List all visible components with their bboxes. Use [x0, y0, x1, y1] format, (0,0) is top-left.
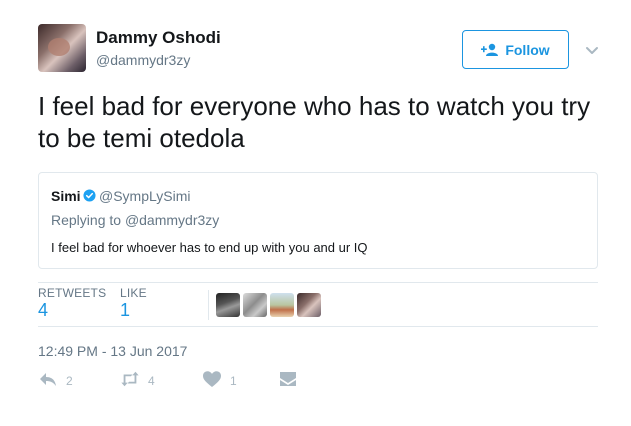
retweet-count: 4: [148, 374, 155, 388]
heart-icon: [203, 371, 221, 387]
envelope-icon: [280, 372, 296, 386]
liker-avatar[interactable]: [270, 293, 294, 317]
verified-badge-icon: [83, 189, 96, 202]
reply-count: 2: [66, 374, 73, 388]
liker-avatar[interactable]: [297, 293, 321, 317]
likes-count[interactable]: 1: [120, 300, 130, 321]
replying-to-link[interactable]: @dammydr3zy: [125, 212, 219, 228]
liker-avatar[interactable]: [216, 293, 240, 317]
direct-message-button[interactable]: [278, 370, 298, 388]
author-handle[interactable]: @dammydr3zy: [96, 52, 190, 68]
retweet-icon: [121, 371, 139, 387]
liker-avatar[interactable]: [243, 293, 267, 317]
stats-top-divider: [38, 282, 598, 283]
replying-to-prefix: Replying to: [51, 212, 122, 228]
stats-separator: [208, 290, 209, 320]
retweets-count[interactable]: 4: [38, 300, 48, 321]
tweet-text: I feel bad for everyone who has to watch…: [38, 91, 591, 153]
retweets-label[interactable]: RETWEETS: [38, 286, 106, 300]
replying-to: Replying to @dammydr3zy: [51, 212, 219, 228]
quoted-author-name: Simi: [51, 188, 81, 204]
quoted-tweet-text: I feel bad for whoever has to end up wit…: [51, 240, 368, 255]
follow-button-label: Follow: [505, 41, 550, 58]
retweet-button[interactable]: 4: [120, 370, 155, 388]
like-button[interactable]: 1: [202, 370, 237, 388]
quoted-tweet[interactable]: Simi @SympLySimi Replying to @dammydr3zy…: [38, 172, 598, 269]
quoted-author-handle: @SympLySimi: [99, 188, 191, 204]
likes-label[interactable]: LIKE: [120, 286, 147, 300]
author-avatar[interactable]: [38, 24, 86, 72]
author-name[interactable]: Dammy Oshodi: [96, 28, 221, 48]
tweet-timestamp[interactable]: 12:49 PM - 13 Jun 2017: [38, 343, 187, 359]
reply-button[interactable]: 2: [38, 370, 73, 388]
follow-button[interactable]: Follow: [462, 30, 569, 69]
reply-icon: [40, 373, 56, 386]
stats-bottom-divider: [38, 326, 598, 327]
add-user-icon: [481, 43, 499, 56]
liker-avatars: [216, 293, 321, 317]
like-count: 1: [230, 374, 237, 388]
chevron-down-icon[interactable]: [584, 42, 600, 58]
